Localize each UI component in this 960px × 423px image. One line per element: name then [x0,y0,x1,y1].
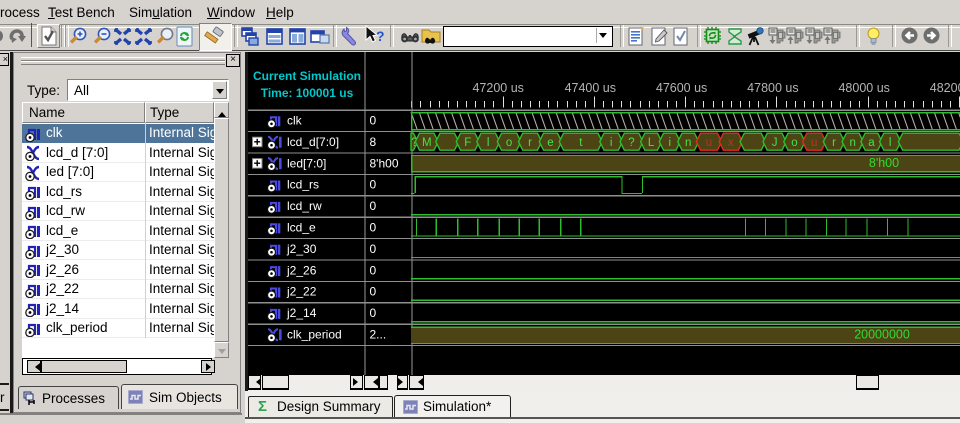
svg-text:a: a [868,137,875,149]
svg-text:j2_26: j2_26 [286,263,317,277]
svg-text:0: 0 [370,285,377,299]
svg-text:0: 0 [370,114,377,128]
svg-text:lcd_rs: lcd_rs [287,178,319,192]
svg-text:0: 0 [370,242,377,256]
svg-text:0: 0 [370,221,377,235]
svg-text:n: n [685,137,691,149]
svg-text:8: 8 [370,135,377,149]
svg-text:l: l [889,137,892,149]
svg-text:u: u [706,137,712,149]
svg-text:x: x [728,137,734,149]
svg-text:Current Simulation: Current Simulation [253,69,361,83]
svg-text:47400 us: 47400 us [565,81,616,95]
svg-text:o: o [506,137,512,149]
svg-text:lcd_rw: lcd_rw [287,199,322,213]
svg-text:0: 0 [370,178,377,192]
svg-text:M: M [422,137,432,149]
svg-text:F: F [464,137,471,149]
svg-text:j2_30: j2_30 [286,242,317,256]
svg-text:48200 us: 48200 us [930,81,960,95]
svg-text:u: u [811,137,817,149]
svg-text:0: 0 [370,263,377,277]
svg-text:l: l [487,137,490,149]
svg-text:i: i [669,137,672,149]
svg-text:8'h00: 8'h00 [869,156,899,170]
svg-text:o: o [791,137,797,149]
svg-text:clk: clk [287,114,303,128]
svg-text:lcd_e: lcd_e [287,221,316,235]
svg-text:0: 0 [370,199,377,213]
svg-text:47800 us: 47800 us [747,81,798,95]
svg-text:48000 us: 48000 us [838,81,889,95]
svg-text:?: ? [628,137,634,149]
svg-text:j2_14: j2_14 [286,306,317,320]
svg-text:2...: 2... [370,328,387,342]
svg-text:j2_22: j2_22 [286,285,317,299]
svg-text:L: L [648,137,655,149]
svg-text:led[7:0]: led[7:0] [287,156,326,170]
svg-text:J: J [772,137,778,149]
svg-text:Time: 100001 us: Time: 100001 us [261,86,354,100]
svg-text:0: 0 [370,306,377,320]
svg-text:i: i [610,137,613,149]
svg-text:e: e [547,137,553,149]
svg-text:8'h00: 8'h00 [370,156,399,170]
svg-text:47200 us: 47200 us [472,81,523,95]
svg-text:lcd_d[7:0]: lcd_d[7:0] [287,135,339,149]
svg-text:clk_period: clk_period [287,328,342,342]
svg-text:n: n [849,137,855,149]
svg-text:20000000: 20000000 [854,328,910,342]
svg-text:r: r [832,137,836,149]
svg-text:47600 us: 47600 us [656,81,707,95]
svg-text:?: ? [376,28,385,44]
svg-text:r: r [528,137,532,149]
